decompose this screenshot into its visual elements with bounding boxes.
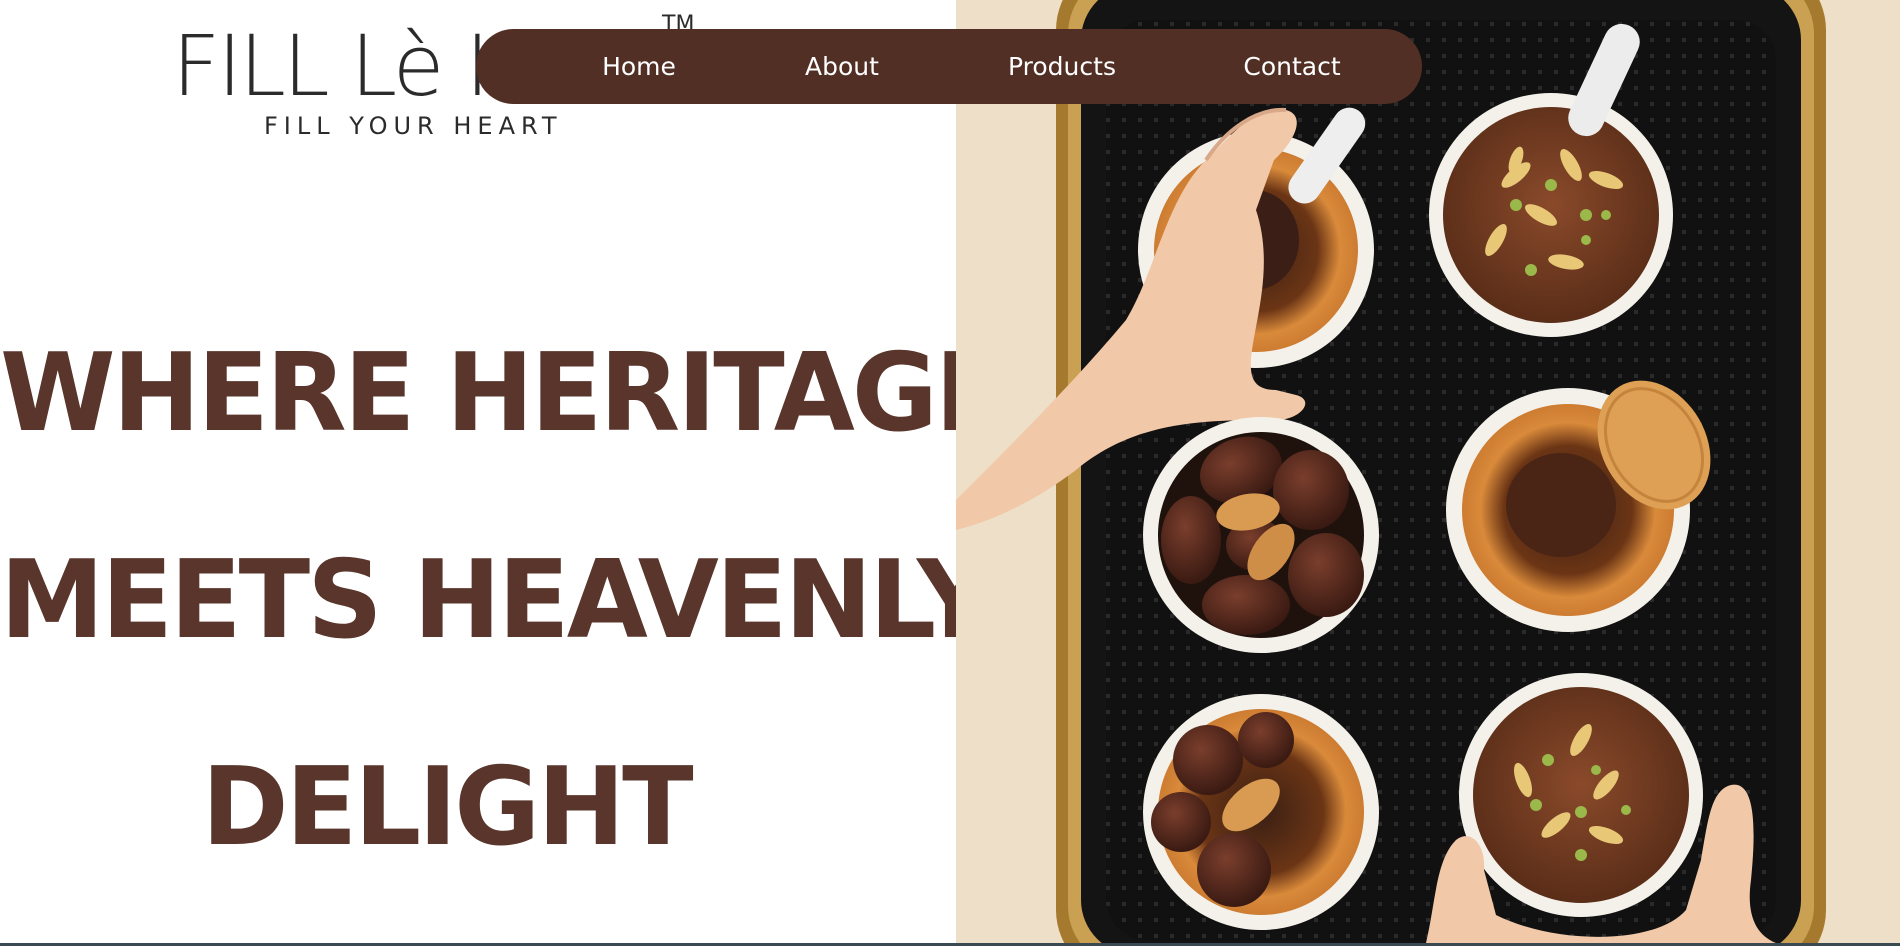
headline-line-3: DELIGHT xyxy=(201,745,694,870)
nav-about-link[interactable]: About xyxy=(805,29,879,104)
headline-line-2: MEETS HEAVENLY xyxy=(0,538,993,663)
nav-contact-link[interactable]: Contact xyxy=(1243,29,1340,104)
main-navigation: Home About Products Contact xyxy=(476,29,1422,104)
nav-products-link[interactable]: Products xyxy=(1008,29,1116,104)
hero-headline: WHERE HERITAGE MEETS HEAVENLY DELIGHT xyxy=(0,290,1006,911)
logo-tagline: FILL YOUR HEART xyxy=(264,112,563,140)
headline-line-1: WHERE HERITAGE xyxy=(0,331,1006,456)
hero-left-panel: FILL Lè HEART TM FILL YOUR HEART WHERE H… xyxy=(0,0,1006,943)
nav-home-link[interactable]: Home xyxy=(602,29,676,104)
hero-dessert-tray-image xyxy=(956,0,1900,943)
